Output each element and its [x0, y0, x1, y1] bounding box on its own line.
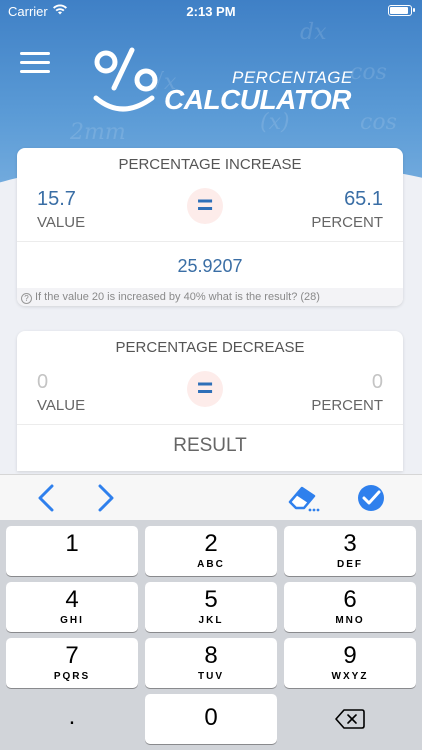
- percentage-decrease-card: PERCENTAGE DECREASE 0 VALUE = 0 PERCENT …: [17, 331, 403, 471]
- hint-row: ? If the value 20 is increased by 40% wha…: [17, 288, 403, 306]
- equals-button[interactable]: =: [187, 188, 223, 224]
- key-4[interactable]: 4 GHI: [6, 582, 138, 632]
- battery-icon: [388, 5, 415, 16]
- checkmark-circle-icon: [358, 485, 384, 511]
- key-3[interactable]: 3 DEF: [284, 526, 416, 576]
- numeric-keypad: 1 2 ABC 3 DEF 4 GHI 5 JKL 6 MNO 7 PQRS 8…: [0, 520, 422, 750]
- value-label: VALUE: [37, 214, 86, 231]
- percent-smile-icon: [93, 47, 158, 112]
- key-8[interactable]: 8 TUV: [145, 638, 277, 688]
- chevron-right-icon: [98, 484, 114, 512]
- clear-button[interactable]: [286, 484, 320, 514]
- key-6[interactable]: 6 MNO: [284, 582, 416, 632]
- percent-input[interactable]: 65.1: [344, 188, 383, 211]
- key-1[interactable]: 1: [6, 526, 138, 576]
- menu-button[interactable]: [20, 52, 50, 76]
- result-placeholder: RESULT: [173, 435, 247, 456]
- keyboard-toolbar: [0, 474, 422, 520]
- value-input[interactable]: 15.7: [37, 188, 76, 211]
- key-0[interactable]: 0: [145, 694, 277, 744]
- previous-field-button[interactable]: [34, 484, 58, 512]
- card-title: PERCENTAGE INCREASE: [118, 156, 302, 173]
- key-2[interactable]: 2 ABC: [145, 526, 277, 576]
- result-value: 25.9207: [177, 256, 243, 276]
- percentage-increase-card: PERCENTAGE INCREASE 15.7 VALUE = 65.1 PE…: [17, 148, 403, 306]
- value-input[interactable]: 0: [37, 371, 48, 394]
- percent-label: PERCENT: [311, 397, 383, 414]
- key-7[interactable]: 7 PQRS: [6, 638, 138, 688]
- percent-input[interactable]: 0: [372, 371, 383, 394]
- divider: [17, 424, 403, 425]
- divider: [17, 241, 403, 242]
- hint-text: If the value 20 is increased by 40% what…: [35, 291, 320, 303]
- key-decimal[interactable]: .: [6, 694, 138, 744]
- chevron-left-icon: [38, 484, 54, 512]
- logo-text-calculator: CALCULATOR: [164, 84, 351, 115]
- app-logo: PERCENTAGE CALCULATOR: [92, 44, 352, 124]
- status-bar: Carrier 2:13 PM: [0, 0, 422, 22]
- key-backspace[interactable]: [284, 694, 416, 744]
- value-label: VALUE: [37, 397, 86, 414]
- percent-label: PERCENT: [311, 214, 383, 231]
- status-time: 2:13 PM: [186, 4, 236, 19]
- backspace-icon: [335, 709, 365, 729]
- key-5[interactable]: 5 JKL: [145, 582, 277, 632]
- eraser-icon: [288, 486, 320, 512]
- done-button[interactable]: [356, 483, 386, 513]
- equals-button[interactable]: =: [187, 371, 223, 407]
- question-icon: ?: [21, 293, 32, 304]
- key-9[interactable]: 9 WXYZ: [284, 638, 416, 688]
- next-field-button[interactable]: [94, 484, 118, 512]
- card-title: PERCENTAGE DECREASE: [115, 339, 305, 356]
- hamburger-icon: [20, 52, 50, 55]
